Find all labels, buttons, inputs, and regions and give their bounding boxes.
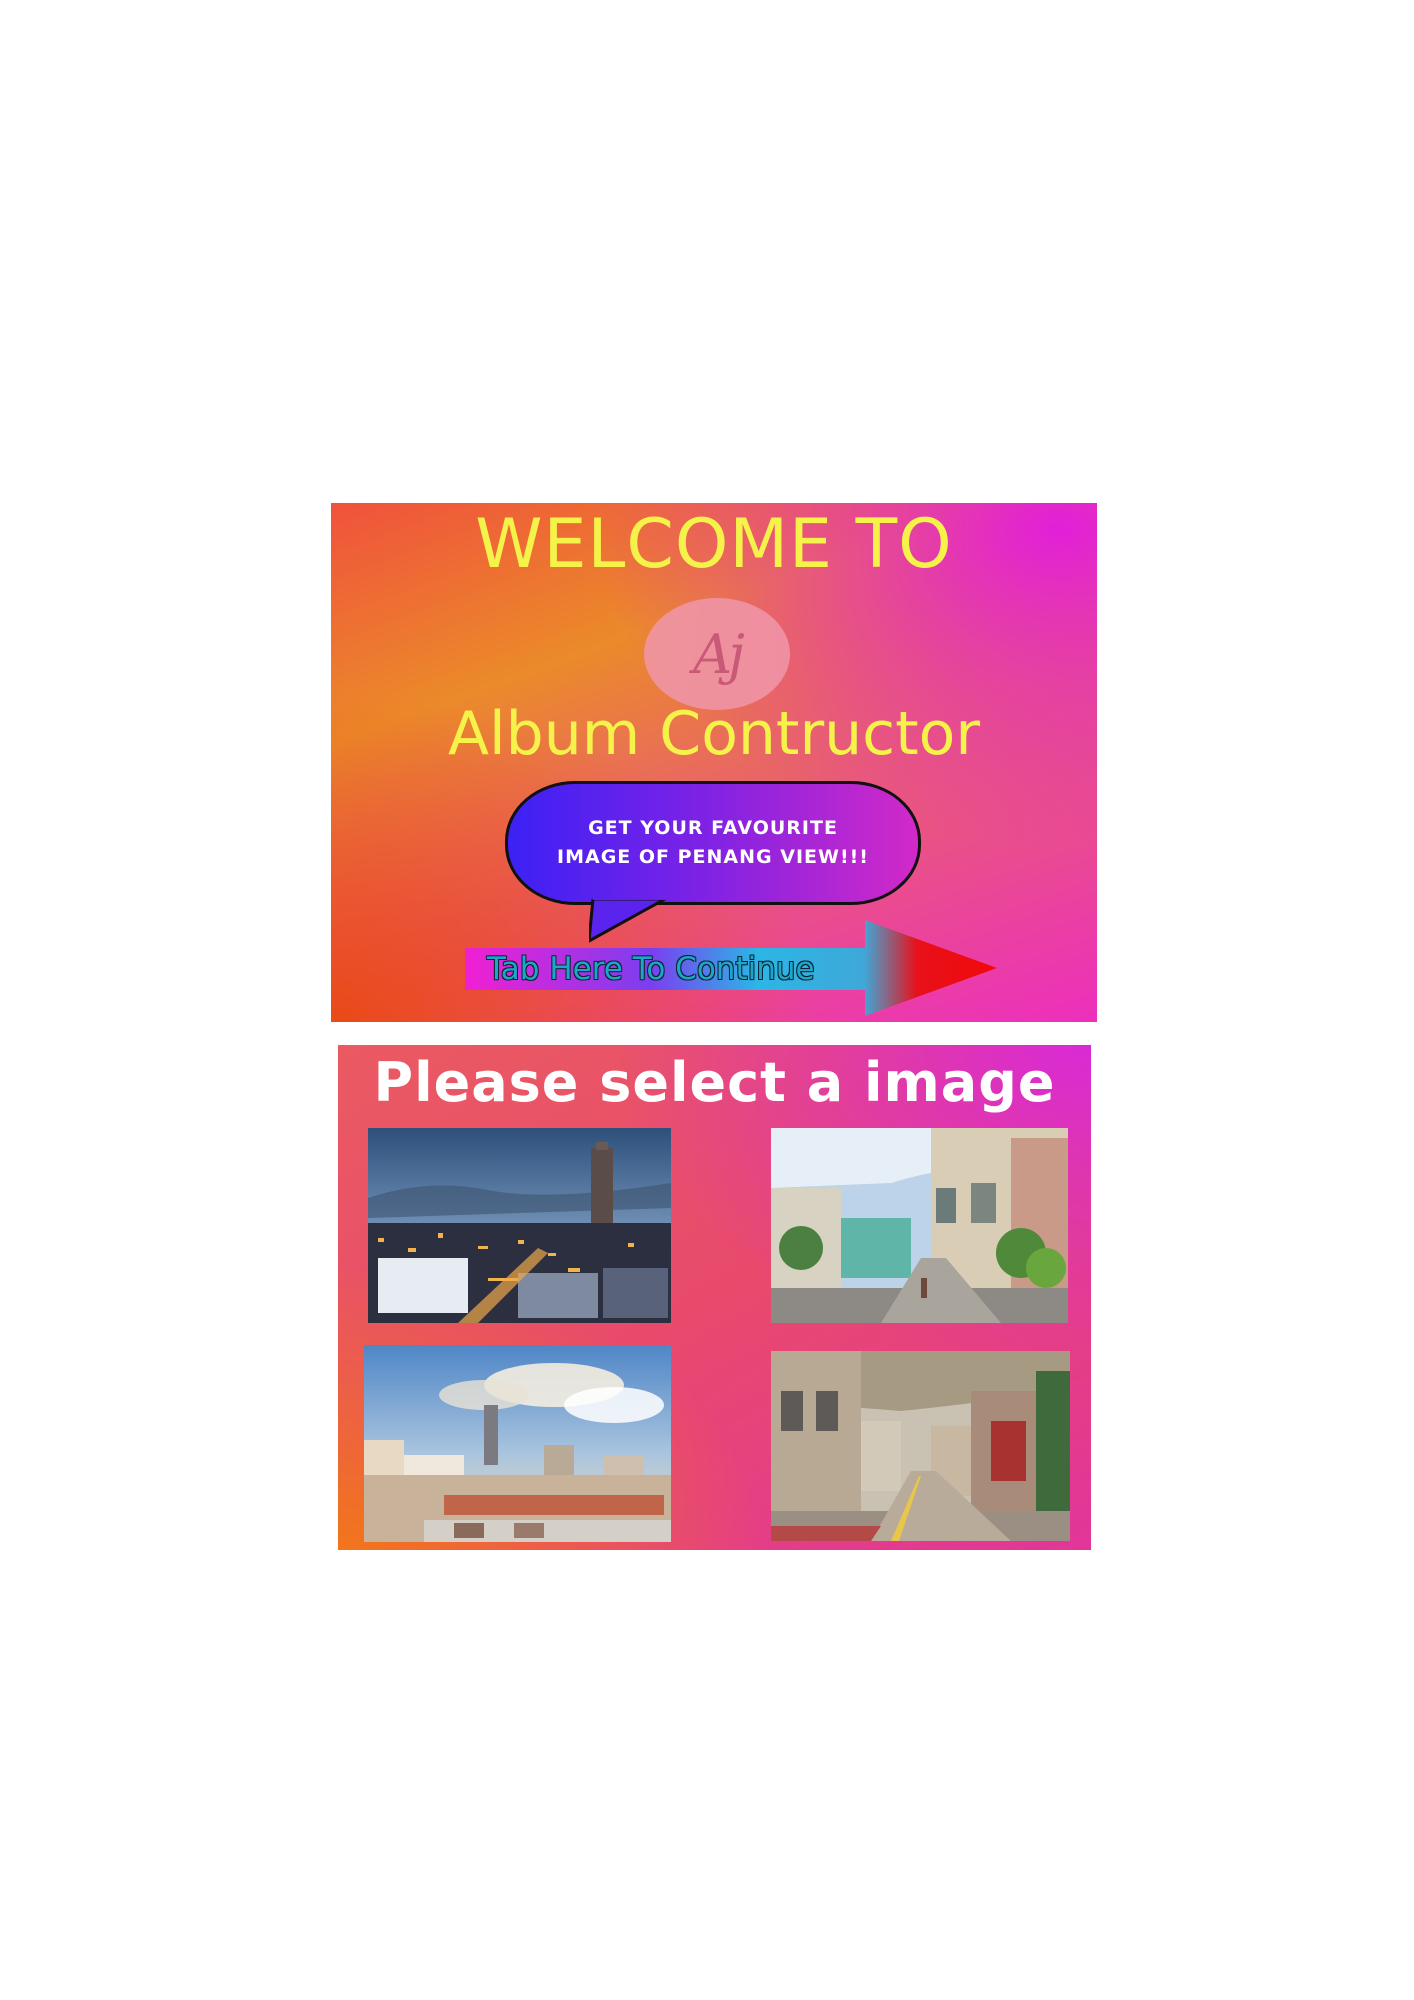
city-daytime-skyline-image [364,1345,671,1542]
speech-bubble: GET YOUR FAVOURITE IMAGE OF PENANG VIEW!… [505,781,921,905]
welcome-title: WELCOME TO [475,505,953,584]
image-option-4[interactable] [771,1351,1070,1541]
city-night-skyline-image [368,1128,671,1323]
heritage-street-image [771,1128,1068,1323]
speech-bubble-text: GET YOUR FAVOURITE IMAGE OF PENANG VIEW!… [557,814,869,872]
speech-bubble-line-1: GET YOUR FAVOURITE [588,817,838,839]
select-card: Please select a image [338,1045,1091,1550]
image-option-1[interactable] [368,1128,671,1323]
image-option-2[interactable] [771,1128,1068,1323]
welcome-card: WELCOME TO Aj Album Contructor GET YOUR … [331,503,1097,1022]
image-option-3[interactable] [364,1345,671,1542]
speech-bubble-line-2: IMAGE OF PENANG VIEW!!! [557,846,869,868]
old-town-street-image [771,1351,1070,1541]
continue-arrow-button[interactable]: Tab Here To Continue [465,918,997,1018]
select-title: Please select a image [373,1051,1056,1114]
logo-text: Aj [693,622,745,686]
app-name-title: Album Contructor [447,699,981,769]
logo: Aj [644,598,790,710]
arrow-right-icon [465,920,997,1016]
